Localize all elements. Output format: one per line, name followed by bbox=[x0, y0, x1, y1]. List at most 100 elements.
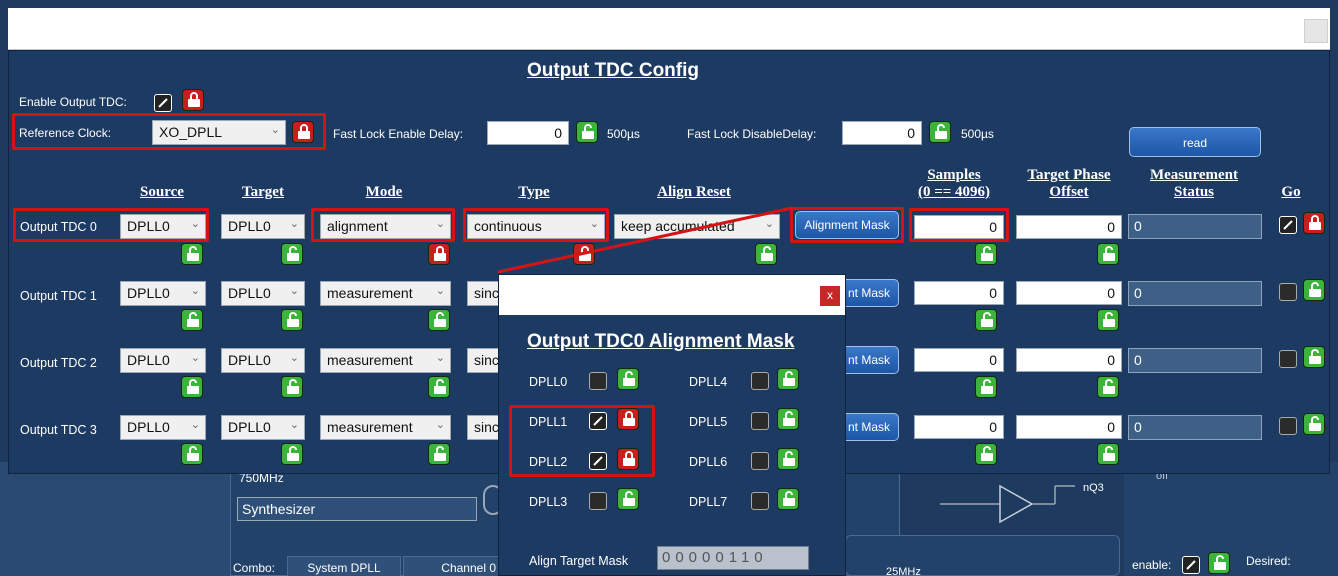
dialog-title: Output TDC0 Alignment Mask bbox=[527, 331, 795, 352]
dpll3-lock-icon[interactable] bbox=[617, 488, 639, 510]
dialog-close-button[interactable]: x bbox=[820, 286, 840, 306]
samples-input[interactable]: 0 bbox=[914, 281, 1004, 305]
target-select[interactable]: DPLL0 ⌄ bbox=[221, 415, 305, 440]
mode-lock-icon[interactable] bbox=[428, 243, 450, 265]
samples-lock-icon[interactable] bbox=[975, 376, 997, 398]
dpll2-checkbox[interactable] bbox=[589, 452, 607, 470]
bg-enable-lock-icon[interactable] bbox=[1208, 552, 1230, 574]
target-lock-icon[interactable] bbox=[281, 309, 303, 331]
go-lock-icon[interactable] bbox=[1303, 279, 1325, 301]
target-select[interactable]: DPLL0 ⌄ bbox=[221, 348, 305, 373]
row-label: Output TDC 1 bbox=[20, 289, 97, 303]
mode-select[interactable]: measurement ⌄ bbox=[320, 281, 451, 306]
fast-lock-disable-input[interactable]: 0 bbox=[842, 121, 922, 145]
measurement-status-field: 0 bbox=[1128, 281, 1262, 306]
dpll2-label: DPLL2 bbox=[529, 455, 568, 469]
target-phase-input[interactable]: 0 bbox=[1016, 415, 1122, 439]
header-align-reset: Align Reset bbox=[657, 184, 731, 200]
dpll7-checkbox[interactable] bbox=[751, 492, 769, 510]
measurement-status-field: 0 bbox=[1128, 214, 1262, 239]
header-go: Go bbox=[1281, 184, 1301, 200]
header-source: Source bbox=[140, 184, 184, 200]
target-select[interactable]: DPLL0 ⌄ bbox=[221, 281, 305, 306]
samples-input[interactable]: 0 bbox=[914, 348, 1004, 372]
go-lock-icon[interactable] bbox=[1303, 346, 1325, 368]
dpll2-lock-icon[interactable] bbox=[617, 448, 639, 470]
header-target-phase-line1: Target Phase bbox=[1027, 167, 1111, 183]
dpll1-lock-icon[interactable] bbox=[617, 408, 639, 430]
bg-tab-system-dpll[interactable]: System DPLL bbox=[287, 556, 401, 576]
source-select[interactable]: DPLL0 ⌄ bbox=[120, 281, 206, 306]
enable-tdc-lock-icon[interactable] bbox=[182, 89, 204, 111]
samples-input[interactable]: 0 bbox=[914, 215, 1004, 239]
background-right-panel: off enable: Desired: bbox=[1124, 462, 1338, 576]
target-phase-input[interactable]: 0 bbox=[1016, 348, 1122, 372]
bg-tab-channel[interactable]: Channel 0 bbox=[403, 556, 503, 576]
mode-lock-icon[interactable] bbox=[428, 309, 450, 331]
go-lock-icon[interactable] bbox=[1303, 212, 1325, 234]
fast-lock-enable-input[interactable]: 0 bbox=[487, 121, 569, 145]
go-checkbox[interactable] bbox=[1279, 417, 1297, 435]
dpll6-lock-icon[interactable] bbox=[777, 448, 799, 470]
row-label: Output TDC 0 bbox=[20, 220, 97, 234]
enable-tdc-checkbox[interactable] bbox=[154, 94, 172, 112]
source-lock-icon[interactable] bbox=[181, 443, 203, 465]
alignment-mask-button[interactable]: Alignment Mask bbox=[795, 211, 899, 239]
go-checkbox[interactable] bbox=[1279, 216, 1297, 234]
target-select[interactable]: DPLL0 ⌄ bbox=[221, 214, 305, 239]
align-target-mask-label: Align Target Mask bbox=[529, 554, 629, 568]
target-lock-icon[interactable] bbox=[281, 443, 303, 465]
source-select[interactable]: DPLL0 ⌄ bbox=[120, 415, 206, 440]
mode-select[interactable]: measurement ⌄ bbox=[320, 415, 451, 440]
source-select[interactable]: DPLL0 ⌄ bbox=[120, 214, 206, 239]
fast-lock-enable-lock-icon[interactable] bbox=[576, 121, 598, 143]
dpll0-lock-icon[interactable] bbox=[617, 368, 639, 390]
target-phase-input[interactable]: 0 bbox=[1016, 281, 1122, 305]
dpll4-lock-icon[interactable] bbox=[777, 368, 799, 390]
target-phase-lock-icon[interactable] bbox=[1097, 443, 1119, 465]
refclk-select[interactable]: XO_DPLL ⌄ bbox=[152, 120, 286, 145]
source-lock-icon[interactable] bbox=[181, 309, 203, 331]
go-checkbox[interactable] bbox=[1279, 350, 1297, 368]
dpll7-lock-icon[interactable] bbox=[777, 488, 799, 510]
target-phase-lock-icon[interactable] bbox=[1097, 243, 1119, 265]
go-checkbox[interactable] bbox=[1279, 283, 1297, 301]
dpll3-checkbox[interactable] bbox=[589, 492, 607, 510]
mode-lock-icon[interactable] bbox=[428, 443, 450, 465]
source-lock-icon[interactable] bbox=[181, 376, 203, 398]
samples-lock-icon[interactable] bbox=[975, 309, 997, 331]
dpll5-label: DPLL5 bbox=[689, 415, 728, 429]
dpll1-checkbox[interactable] bbox=[589, 412, 607, 430]
target-phase-lock-icon[interactable] bbox=[1097, 309, 1119, 331]
mode-lock-icon[interactable] bbox=[428, 376, 450, 398]
fast-lock-enable-unit: 500µs bbox=[607, 127, 640, 141]
target-phase-input[interactable]: 0 bbox=[1016, 215, 1122, 239]
dpll5-lock-icon[interactable] bbox=[777, 408, 799, 430]
samples-input[interactable]: 0 bbox=[914, 415, 1004, 439]
refclk-lock-icon[interactable] bbox=[292, 121, 314, 143]
dpll0-checkbox[interactable] bbox=[589, 372, 607, 390]
target-phase-lock-icon[interactable] bbox=[1097, 376, 1119, 398]
dpll6-checkbox[interactable] bbox=[751, 452, 769, 470]
header-meas-status: Measurement Status bbox=[1134, 167, 1254, 201]
fast-lock-disable-lock-icon[interactable] bbox=[929, 121, 951, 143]
dpll6-label: DPLL6 bbox=[689, 455, 728, 469]
header-target-phase-line2: Offset bbox=[1049, 184, 1089, 200]
bg-enable-checkbox[interactable] bbox=[1182, 556, 1200, 574]
dpll5-checkbox[interactable] bbox=[751, 412, 769, 430]
dpll3-label: DPLL3 bbox=[529, 495, 568, 509]
window-close-button[interactable] bbox=[1304, 19, 1328, 43]
samples-lock-icon[interactable] bbox=[975, 443, 997, 465]
target-lock-icon[interactable] bbox=[281, 243, 303, 265]
source-select[interactable]: DPLL0 ⌄ bbox=[120, 348, 206, 373]
source-lock-icon[interactable] bbox=[181, 243, 203, 265]
samples-lock-icon[interactable] bbox=[975, 243, 997, 265]
mode-select[interactable]: measurement ⌄ bbox=[320, 348, 451, 373]
go-lock-icon[interactable] bbox=[1303, 413, 1325, 435]
dpll4-checkbox[interactable] bbox=[751, 372, 769, 390]
bg-buffer-diagram: nQ3 bbox=[930, 474, 1120, 534]
read-button[interactable]: read bbox=[1129, 127, 1261, 157]
target-lock-icon[interactable] bbox=[281, 376, 303, 398]
mode-select[interactable]: alignment ⌄ bbox=[320, 214, 451, 239]
background-strip bbox=[0, 462, 230, 576]
